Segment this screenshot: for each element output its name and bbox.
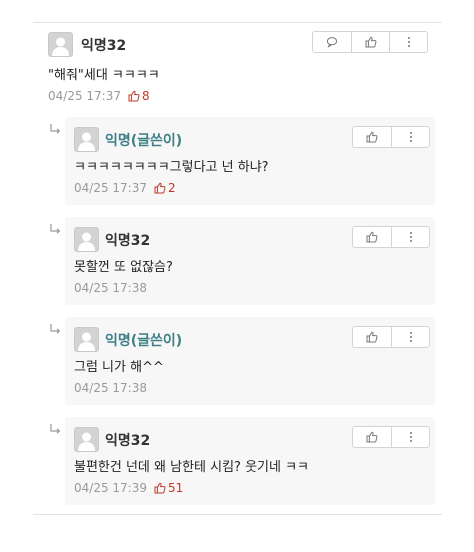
- reply-timestamp: 04/25 17:39: [74, 481, 147, 495]
- reply-content: 그럼 니가 해^^: [74, 360, 164, 375]
- like-count-icon: [154, 482, 166, 494]
- vertical-dots-icon: [405, 328, 417, 347]
- reply-comment: 익명(글쓴이) ㅋㅋㅋㅋㅋㅋㅋㅋ그렇다고 넌 하냐? 04/25 17:37 2: [65, 117, 435, 205]
- thumbs-up-icon: [366, 128, 378, 147]
- reply-content: 못할껀 또 없잖슴?: [74, 260, 173, 275]
- like-button[interactable]: [353, 427, 391, 447]
- vertical-dots-icon: [405, 428, 417, 447]
- reply-meta: 04/25 17:39 51: [74, 481, 183, 495]
- reply-arrow-icon: [49, 321, 62, 334]
- bottom-divider: [33, 514, 442, 515]
- like-button[interactable]: [351, 32, 389, 52]
- vertical-dots-icon: [403, 33, 415, 52]
- reply-timestamp: 04/25 17:38: [74, 281, 147, 295]
- default-user-icon: [74, 327, 99, 352]
- comment-timestamp: 04/25 17:37: [48, 89, 121, 103]
- reply-arrow-icon: [49, 221, 62, 234]
- like-button[interactable]: [353, 127, 391, 147]
- reply-timestamp: 04/25 17:37: [74, 181, 147, 195]
- reply-action-bar: [352, 426, 430, 448]
- more-button[interactable]: [391, 227, 429, 247]
- reply-arrow-icon: [49, 421, 62, 434]
- reply-arrow-icon: [49, 121, 62, 134]
- reply-action-bar: [352, 326, 430, 348]
- more-button[interactable]: [391, 327, 429, 347]
- thumbs-up-icon: [366, 428, 378, 447]
- reply-timestamp: 04/25 17:38: [74, 381, 147, 395]
- like-count-icon: [154, 182, 166, 194]
- reply-meta: 04/25 17:38: [74, 381, 147, 395]
- top-divider: [33, 22, 442, 23]
- comment-meta: 04/25 17:37 8: [48, 89, 150, 103]
- thumbs-up-icon: [366, 228, 378, 247]
- reply-meta: 04/25 17:37 2: [74, 181, 176, 195]
- default-user-icon: [74, 127, 99, 152]
- like-count: 51: [167, 481, 184, 495]
- speech-bubble-icon: [326, 33, 338, 52]
- reply-author: 익명(글쓴이): [105, 133, 183, 149]
- reply-author: 익명32: [105, 233, 151, 249]
- default-user-icon: [74, 227, 99, 252]
- like-count: 2: [167, 181, 176, 195]
- more-button[interactable]: [391, 427, 429, 447]
- reply-comment: 익명(글쓴이) 그럼 니가 해^^ 04/25 17:38: [65, 317, 435, 405]
- comment-author: 익명32: [81, 38, 127, 54]
- reply-author: 익명(글쓴이): [105, 333, 183, 349]
- reply-content: 불편한건 넌데 왜 남한테 시킴? 웃기네 ㅋㅋ: [74, 460, 310, 475]
- reply-comment: 익명32 못할껀 또 없잖슴? 04/25 17:38: [65, 217, 435, 305]
- more-button[interactable]: [389, 32, 427, 52]
- thumbs-up-icon: [366, 328, 378, 347]
- comment-content: "해줘"세대 ㅋㅋㅋㅋ: [48, 68, 160, 83]
- thumbs-up-icon: [365, 33, 377, 52]
- like-button[interactable]: [353, 327, 391, 347]
- like-count: 8: [141, 89, 150, 103]
- like-count-icon: [128, 90, 140, 102]
- reply-action-bar: [352, 226, 430, 248]
- reply-meta: 04/25 17:38: [74, 281, 147, 295]
- default-user-icon: [48, 32, 73, 57]
- reply-author: 익명32: [105, 433, 151, 449]
- vertical-dots-icon: [405, 228, 417, 247]
- more-button[interactable]: [391, 127, 429, 147]
- reply-button[interactable]: [313, 32, 351, 52]
- default-user-icon: [74, 427, 99, 452]
- comment-action-bar: [312, 31, 428, 53]
- reply-content: ㅋㅋㅋㅋㅋㅋㅋㅋ그렇다고 넌 하냐?: [74, 160, 269, 175]
- reply-action-bar: [352, 126, 430, 148]
- reply-comment: 익명32 불편한건 넌데 왜 남한테 시킴? 웃기네 ㅋㅋ 04/25 17:39 5…: [65, 417, 435, 505]
- like-button[interactable]: [353, 227, 391, 247]
- vertical-dots-icon: [405, 128, 417, 147]
